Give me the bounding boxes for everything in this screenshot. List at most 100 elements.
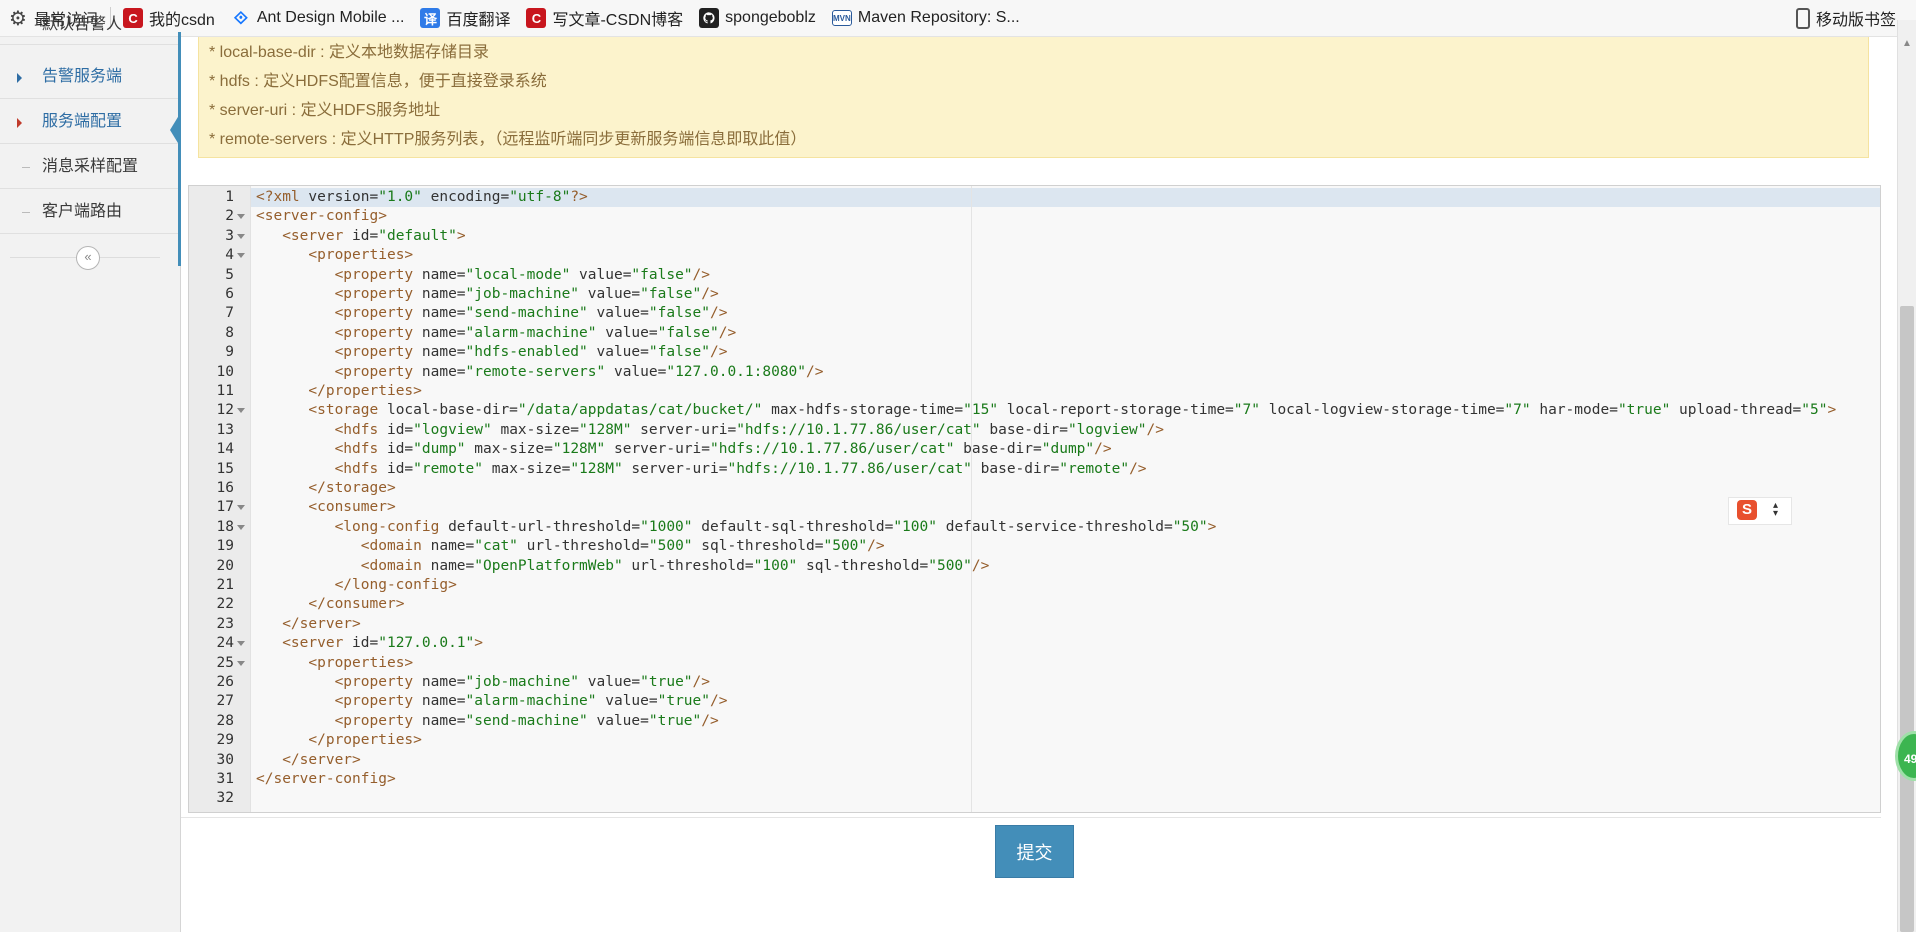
code-text: <hdfs id="dump" max-size="128M" server-u… <box>334 441 1112 458</box>
code-text: </server> <box>282 751 361 768</box>
code-line[interactable]: 18 <long-config default-url-threshold="1… <box>189 518 1880 537</box>
mobile-bookmarks[interactable]: 移动版书签 <box>1788 0 1904 36</box>
fold-toggle-icon[interactable] <box>237 641 245 647</box>
code-line[interactable]: 1 <?xml version="1.0" encoding="utf-8"?> <box>189 188 1880 207</box>
fold-toggle-icon[interactable] <box>237 660 245 666</box>
line-number: 29 <box>216 732 234 749</box>
code-text: <properties> <box>308 247 414 264</box>
notice-line: * hdfs : 定义HDFS配置信息，便于直接登录系统 <box>209 73 547 90</box>
code-line[interactable]: 32 <box>189 789 1880 808</box>
code-line[interactable]: 8 <property name="alarm-machine" value="… <box>189 324 1880 343</box>
code-line[interactable]: 31 </server-config> <box>189 770 1880 789</box>
sidebar-item-default-alarm[interactable]: 默认告警人 <box>0 15 180 45</box>
code-line[interactable]: 22 </consumer> <box>189 595 1880 614</box>
line-number: 23 <box>216 615 234 632</box>
code-line[interactable]: 16 </storage> <box>189 479 1880 498</box>
sidebar-item-label: 服务端配置 <box>42 113 123 130</box>
notice-line: * remote-servers : 定义HTTP服务列表，（远程监听端同步更新… <box>209 131 807 148</box>
code-line[interactable]: 25 <properties> <box>189 654 1880 673</box>
code-text: </properties> <box>308 383 422 399</box>
line-number: 21 <box>216 577 234 593</box>
csdn-icon: C <box>526 8 547 28</box>
code-line[interactable]: 14 <hdfs id="dump" max-size="128M" serve… <box>189 440 1880 459</box>
line-number: 2 <box>225 208 234 225</box>
sidebar-item-label: 默认告警人 <box>42 16 123 33</box>
code-line[interactable]: 29 </properties> <box>189 731 1880 750</box>
bookmark-ant-design[interactable]: ⟐ Ant Design Mobile ... <box>223 0 413 36</box>
code-line[interactable]: 30 </server> <box>189 751 1880 770</box>
code-text: <server-config> <box>256 208 387 225</box>
code-line[interactable]: 6 <property name="job-machine" value="fa… <box>189 285 1880 304</box>
code-line[interactable]: 17 <consumer> <box>189 498 1880 517</box>
bookmark-maven[interactable]: MVN Maven Repository: S... <box>824 0 1028 36</box>
line-number: 17 <box>216 499 234 516</box>
code-line[interactable]: 20 <domain name="OpenPlatformWeb" url-th… <box>189 557 1880 576</box>
scroll-up-icon[interactable]: ▲ <box>1902 38 1912 49</box>
code-line[interactable]: 19 <domain name="cat" url-threshold="500… <box>189 537 1880 556</box>
line-number: 14 <box>216 441 234 458</box>
code-text: <consumer> <box>308 499 396 516</box>
xml-code-editor[interactable]: 1 <?xml version="1.0" encoding="utf-8"?> 2… <box>188 185 1881 813</box>
code-line[interactable]: 21 </long-config> <box>189 576 1880 595</box>
line-number: 22 <box>216 596 234 613</box>
code-line[interactable]: 15 <hdfs id="remote" max-size="128M" ser… <box>189 460 1880 479</box>
code-line[interactable]: 5 <property name="local-mode" value="fal… <box>189 266 1880 285</box>
code-line[interactable]: 13 <hdfs id="logview" max-size="128M" se… <box>189 421 1880 440</box>
code-line[interactable]: 26 <property name="job-machine" value="t… <box>189 673 1880 692</box>
code-line[interactable]: 27 <property name="alarm-machine" value=… <box>189 692 1880 711</box>
caret-right-icon <box>17 118 22 128</box>
bookmark-baidu-translate[interactable]: 译 百度翻译 <box>412 0 518 36</box>
submit-button[interactable]: 提交 <box>995 825 1074 878</box>
line-number: 12 <box>216 402 234 419</box>
input-method-toolbar[interactable]: S ▴ ▾ <box>1728 497 1792 525</box>
code-line[interactable]: 24 <server id="127.0.0.1"> <box>189 634 1880 653</box>
sidebar-item-server-config[interactable]: 服务端配置 <box>0 100 181 148</box>
bookmark-github[interactable]: spongeboblz <box>691 0 824 36</box>
bookmarks-bar: ⚙ 最常访问 C 我的csdn ⟐ Ant Design Mobile ... … <box>0 0 1916 37</box>
fold-toggle-icon[interactable] <box>237 524 245 530</box>
code-line[interactable]: 2 <server-config> <box>189 207 1880 226</box>
code-line[interactable]: 23 </server> <box>189 615 1880 634</box>
line-number: 18 <box>216 518 234 535</box>
sidebar-item-alarm-server[interactable]: 告警服务端 <box>0 55 180 99</box>
divider <box>181 817 1881 818</box>
sidebar-item-client-route[interactable]: 客户端路由 <box>0 190 180 234</box>
code-line[interactable]: 28 <property name="send-machine" value="… <box>189 712 1880 731</box>
code-text: <storage local-base-dir="/data/appdatas/… <box>308 402 1837 419</box>
fold-toggle-icon[interactable] <box>237 505 245 511</box>
collapse-sidebar-button[interactable]: « <box>76 246 100 270</box>
toolbar-dropdown-icon[interactable]: ▴ ▾ <box>1773 501 1778 519</box>
line-number: 25 <box>216 654 234 671</box>
code-text: <property name="local-mode" value="false… <box>334 266 710 283</box>
code-text: </consumer> <box>308 596 405 613</box>
code-line[interactable]: 9 <property name="hdfs-enabled" value="f… <box>189 343 1880 362</box>
sogou-ime-icon[interactable]: S <box>1737 500 1757 520</box>
fold-toggle-icon[interactable] <box>237 233 245 239</box>
scrollbar-thumb[interactable] <box>1900 306 1914 932</box>
fold-toggle-icon[interactable] <box>237 408 245 414</box>
code-line[interactable]: 4 <properties> <box>189 246 1880 265</box>
sidebar-item-sampling-config[interactable]: 消息采样配置 <box>0 145 180 189</box>
baidu-translate-icon: 译 <box>420 8 441 28</box>
code-line[interactable]: 10 <property name="remote-servers" value… <box>189 363 1880 382</box>
line-number: 1 <box>225 189 234 205</box>
line-number: 28 <box>216 712 234 729</box>
code-line[interactable]: 3 <server id="default"> <box>189 227 1880 246</box>
code-line[interactable]: 11 </properties> <box>189 382 1880 401</box>
line-number: 19 <box>216 538 234 555</box>
code-text: <property name="alarm-machine" value="fa… <box>334 324 737 341</box>
line-number: 11 <box>216 383 234 399</box>
code-text: <domain name="cat" url-threshold="500" s… <box>360 538 885 555</box>
code-line[interactable]: 7 <property name="send-machine" value="f… <box>189 304 1880 323</box>
code-text: <server id="127.0.0.1"> <box>282 635 483 652</box>
fold-toggle-icon[interactable] <box>237 253 245 259</box>
code-text: <hdfs id="logview" max-size="128M" serve… <box>334 421 1164 438</box>
page-scrollbar[interactable]: ▲ <box>1897 20 1916 932</box>
sidebar-item-label: 消息采样配置 <box>42 158 139 175</box>
fold-toggle-icon[interactable] <box>237 214 245 220</box>
code-text: <?xml version="1.0" encoding="utf-8"?> <box>256 189 588 205</box>
code-line[interactable]: 12 <storage local-base-dir="/data/appdat… <box>189 401 1880 420</box>
bookmark-csdn-write[interactable]: C 写文章-CSDN博客 <box>518 0 691 36</box>
line-number: 3 <box>225 227 234 244</box>
code-text: </properties> <box>308 732 422 749</box>
